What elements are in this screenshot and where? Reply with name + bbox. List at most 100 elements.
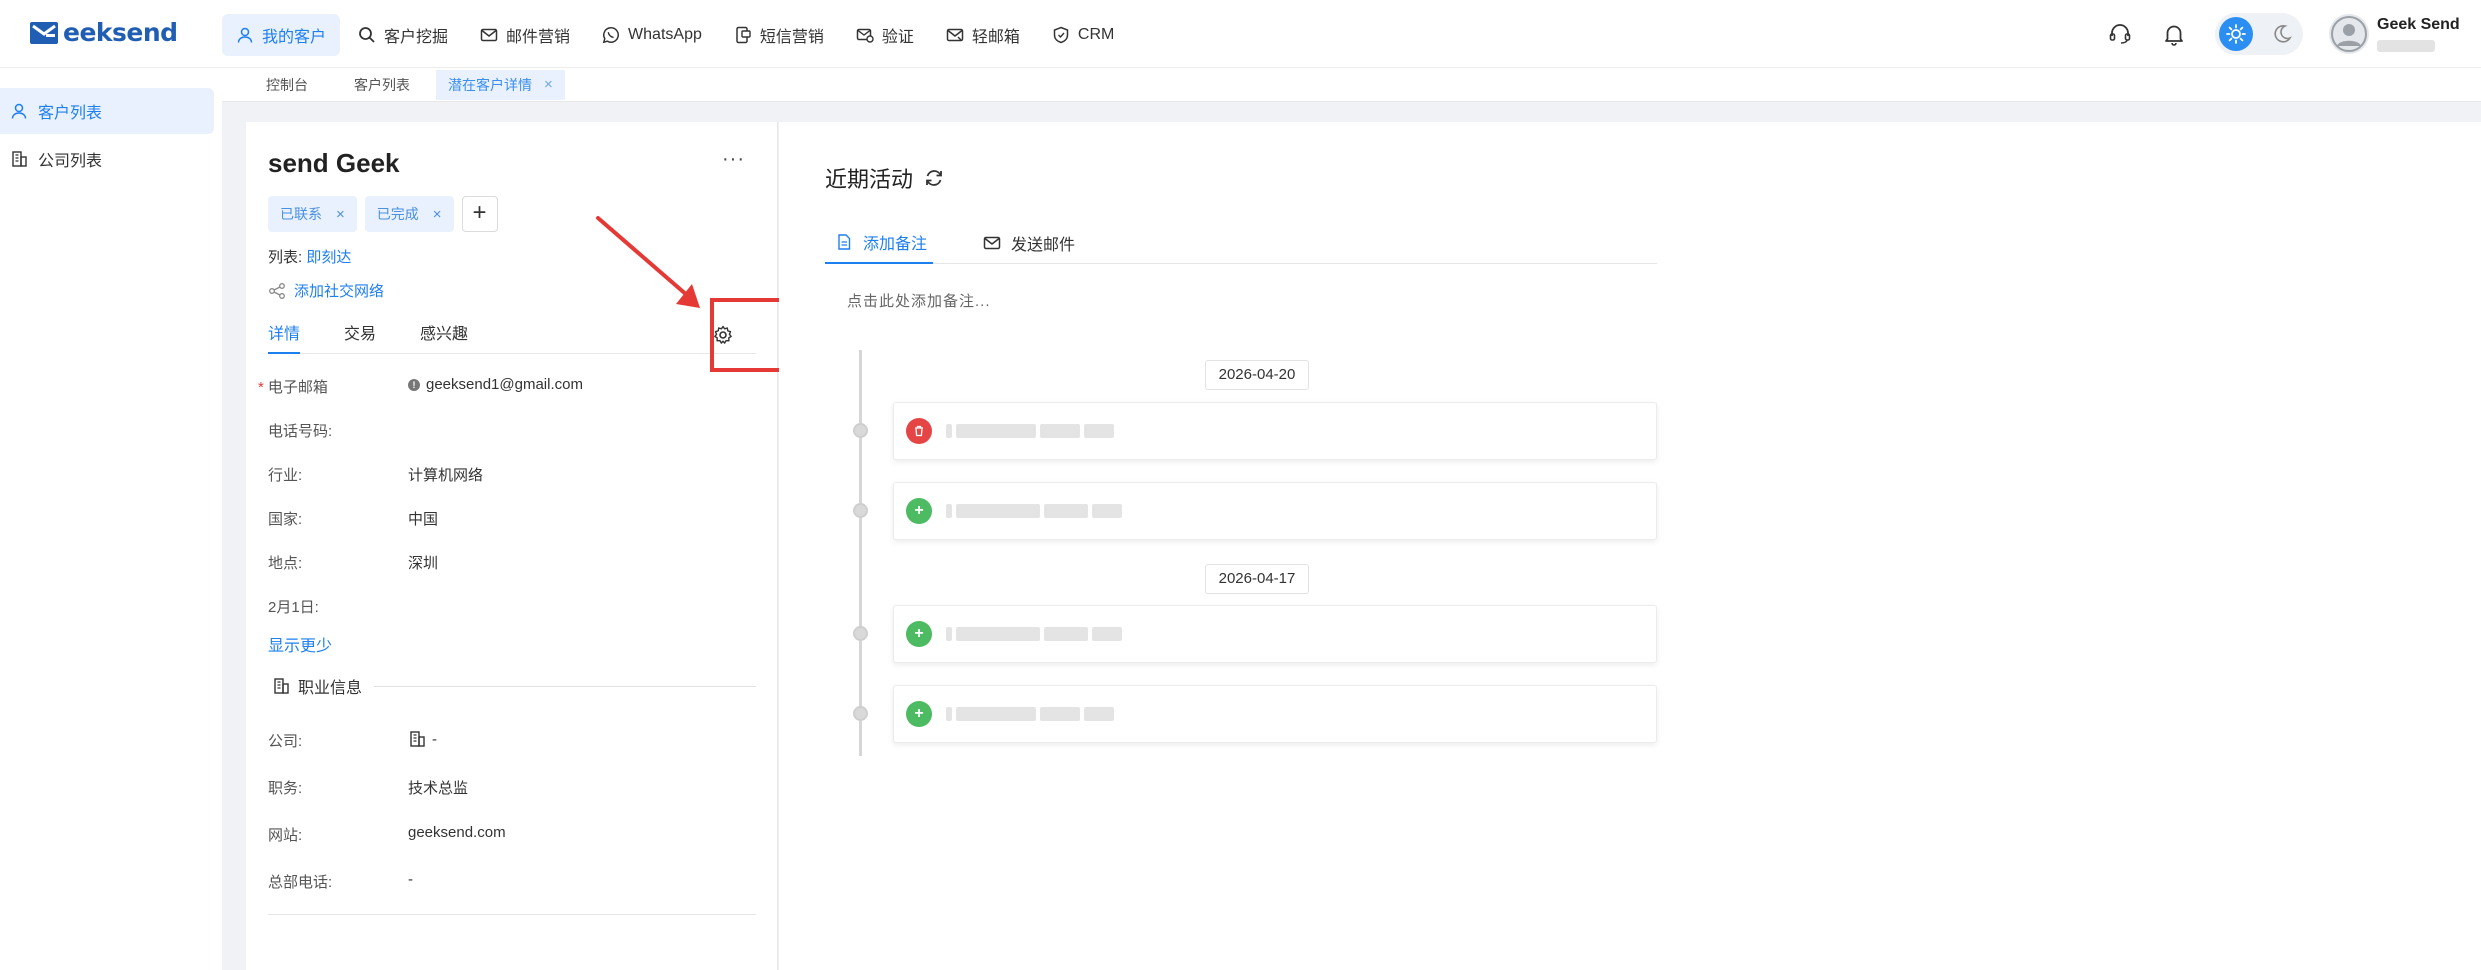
field-label: 国家: xyxy=(268,511,303,528)
nav-my-customers[interactable]: 我的客户 xyxy=(222,14,341,56)
tab-customer-list[interactable]: 客户列表 xyxy=(334,70,430,100)
logo-mark-icon xyxy=(30,22,58,44)
close-icon[interactable]: × xyxy=(544,70,553,100)
bell-icon[interactable] xyxy=(2161,21,2187,47)
user-icon xyxy=(11,103,27,119)
user-email-blurred xyxy=(2377,40,2435,52)
tab-lead-detail[interactable]: 潜在客户详情 × xyxy=(436,69,565,100)
list-label: 列表: xyxy=(268,249,303,266)
refresh-icon[interactable] xyxy=(923,167,945,189)
add-note-input[interactable]: 点击此处添加备注... xyxy=(847,290,991,311)
more-actions-button[interactable]: ··· xyxy=(722,148,745,171)
tab-deals[interactable]: 交易 xyxy=(344,316,376,354)
field-date: 2月1日: xyxy=(268,596,756,640)
nav-light-mailbox[interactable]: 轻邮箱 xyxy=(932,14,1034,56)
sidebar-item-label: 公司列表 xyxy=(38,153,103,170)
tag-list: 已联系 × 已完成 × + xyxy=(268,196,498,232)
field-value[interactable]: 中国 xyxy=(408,508,438,529)
field-hq-phone: 总部电话: - xyxy=(268,871,756,918)
sidebar-item-label: 客户列表 xyxy=(38,105,103,122)
sidebar-item-customer-list[interactable]: 客户列表 xyxy=(0,88,214,134)
tag-contacted[interactable]: 已联系 × xyxy=(268,196,357,232)
headset-icon[interactable] xyxy=(2107,21,2133,47)
list-value-link[interactable]: 即刻达 xyxy=(306,249,351,266)
nav-label: 验证 xyxy=(881,29,914,46)
divider xyxy=(268,914,756,915)
field-title: 职务: 技术总监 xyxy=(268,777,756,824)
close-icon[interactable]: × xyxy=(433,206,442,223)
logo[interactable]: eeksend xyxy=(30,18,178,48)
timeline-event-card[interactable]: + xyxy=(893,605,1657,663)
tab-dashboard[interactable]: 控制台 xyxy=(246,70,328,100)
sidebar: 客户列表 公司列表 xyxy=(0,68,222,970)
timeline-event-card[interactable]: + xyxy=(893,482,1657,540)
required-mark: * xyxy=(258,379,264,396)
tab-add-note[interactable]: 添加备注 xyxy=(825,222,934,264)
nav-sms-marketing[interactable]: 短信营销 xyxy=(720,14,838,56)
timeline-dot xyxy=(853,626,868,641)
nav-crm[interactable]: CRM xyxy=(1038,14,1128,56)
tab-label: 发送邮件 xyxy=(1011,237,1076,254)
field-label: 职务: xyxy=(268,780,303,797)
tab-label: 潜在客户详情 xyxy=(448,76,532,93)
nav-verify[interactable]: 验证 xyxy=(842,14,928,56)
nav-prospecting[interactable]: 客户挖掘 xyxy=(344,14,462,56)
field-phone: 电话号码: xyxy=(268,420,756,464)
theme-toggle[interactable] xyxy=(2215,13,2303,55)
detail-fields: * 电子邮箱 ! geeksend1@gmail.com 电话号码: 行业: 计算机… xyxy=(258,376,756,640)
field-value[interactable]: - xyxy=(408,871,413,888)
building-icon xyxy=(274,678,289,694)
job-info-section: 职业信息 xyxy=(268,674,756,698)
field-website: 网站: geeksend.com xyxy=(268,824,756,871)
add-social-network-link[interactable]: 添加社交网络 xyxy=(268,280,384,301)
field-value[interactable]: geeksend.com xyxy=(408,824,506,841)
mail-icon xyxy=(983,236,1001,250)
email-value: geeksend1@gmail.com xyxy=(426,376,583,393)
nav-label: 短信营销 xyxy=(759,29,824,46)
nav-whatsapp[interactable]: WhatsApp xyxy=(588,14,716,56)
building-icon xyxy=(410,731,425,747)
nav-label: 我的客户 xyxy=(262,29,327,46)
nav-email-marketing[interactable]: 邮件营销 xyxy=(466,14,584,56)
timeline-event-card[interactable] xyxy=(893,402,1657,460)
field-value[interactable]: ! geeksend1@gmail.com xyxy=(408,376,583,393)
close-icon[interactable]: × xyxy=(336,206,345,223)
trash-icon xyxy=(906,418,932,444)
timeline-dot xyxy=(853,503,868,518)
sun-icon[interactable] xyxy=(2219,17,2253,51)
light-mail-icon xyxy=(946,28,964,42)
page-tab-strip: 控制台 客户列表 潜在客户详情 × xyxy=(222,68,2481,102)
whatsapp-icon xyxy=(602,27,620,44)
tab-label: 添加备注 xyxy=(863,236,928,253)
field-label: 行业: xyxy=(268,467,303,484)
timeline-event-card[interactable]: + xyxy=(893,685,1657,743)
field-value[interactable]: 技术总监 xyxy=(408,777,468,798)
timeline-date: 2026-04-17 xyxy=(1205,564,1309,594)
timeline-dot xyxy=(853,706,868,721)
header-actions: Geek Send xyxy=(2093,10,2461,58)
tab-send-email[interactable]: 发送邮件 xyxy=(979,222,1079,264)
share-icon xyxy=(269,282,285,299)
sms-icon xyxy=(736,26,751,44)
crm-shield-icon xyxy=(1053,26,1069,44)
field-value[interactable]: 计算机网络 xyxy=(408,464,483,485)
tab-details[interactable]: 详情 xyxy=(268,316,301,354)
annotation-arrow-icon xyxy=(596,216,700,308)
field-label: 公司: xyxy=(268,733,303,750)
sidebar-item-company-list[interactable]: 公司列表 xyxy=(0,136,214,182)
show-less-link[interactable]: 显示更少 xyxy=(268,632,332,656)
moon-icon[interactable] xyxy=(2271,23,2293,45)
tab-interested[interactable]: 感兴趣 xyxy=(420,316,468,354)
building-icon xyxy=(12,151,27,167)
field-label: 电话号码: xyxy=(268,423,333,440)
field-value[interactable]: 深圳 xyxy=(408,552,438,573)
field-value[interactable]: - xyxy=(408,730,437,748)
avatar[interactable] xyxy=(2329,14,2369,54)
user-name: Geek Send xyxy=(2377,16,2460,33)
add-tag-button[interactable]: + xyxy=(461,196,498,232)
user-info[interactable]: Geek Send xyxy=(2377,16,2461,52)
nav-label: 客户挖掘 xyxy=(384,29,449,46)
section-title-text: 职业信息 xyxy=(298,680,363,697)
tag-completed[interactable]: 已完成 × xyxy=(364,196,454,232)
activity-title: 近期活动 xyxy=(825,162,945,194)
